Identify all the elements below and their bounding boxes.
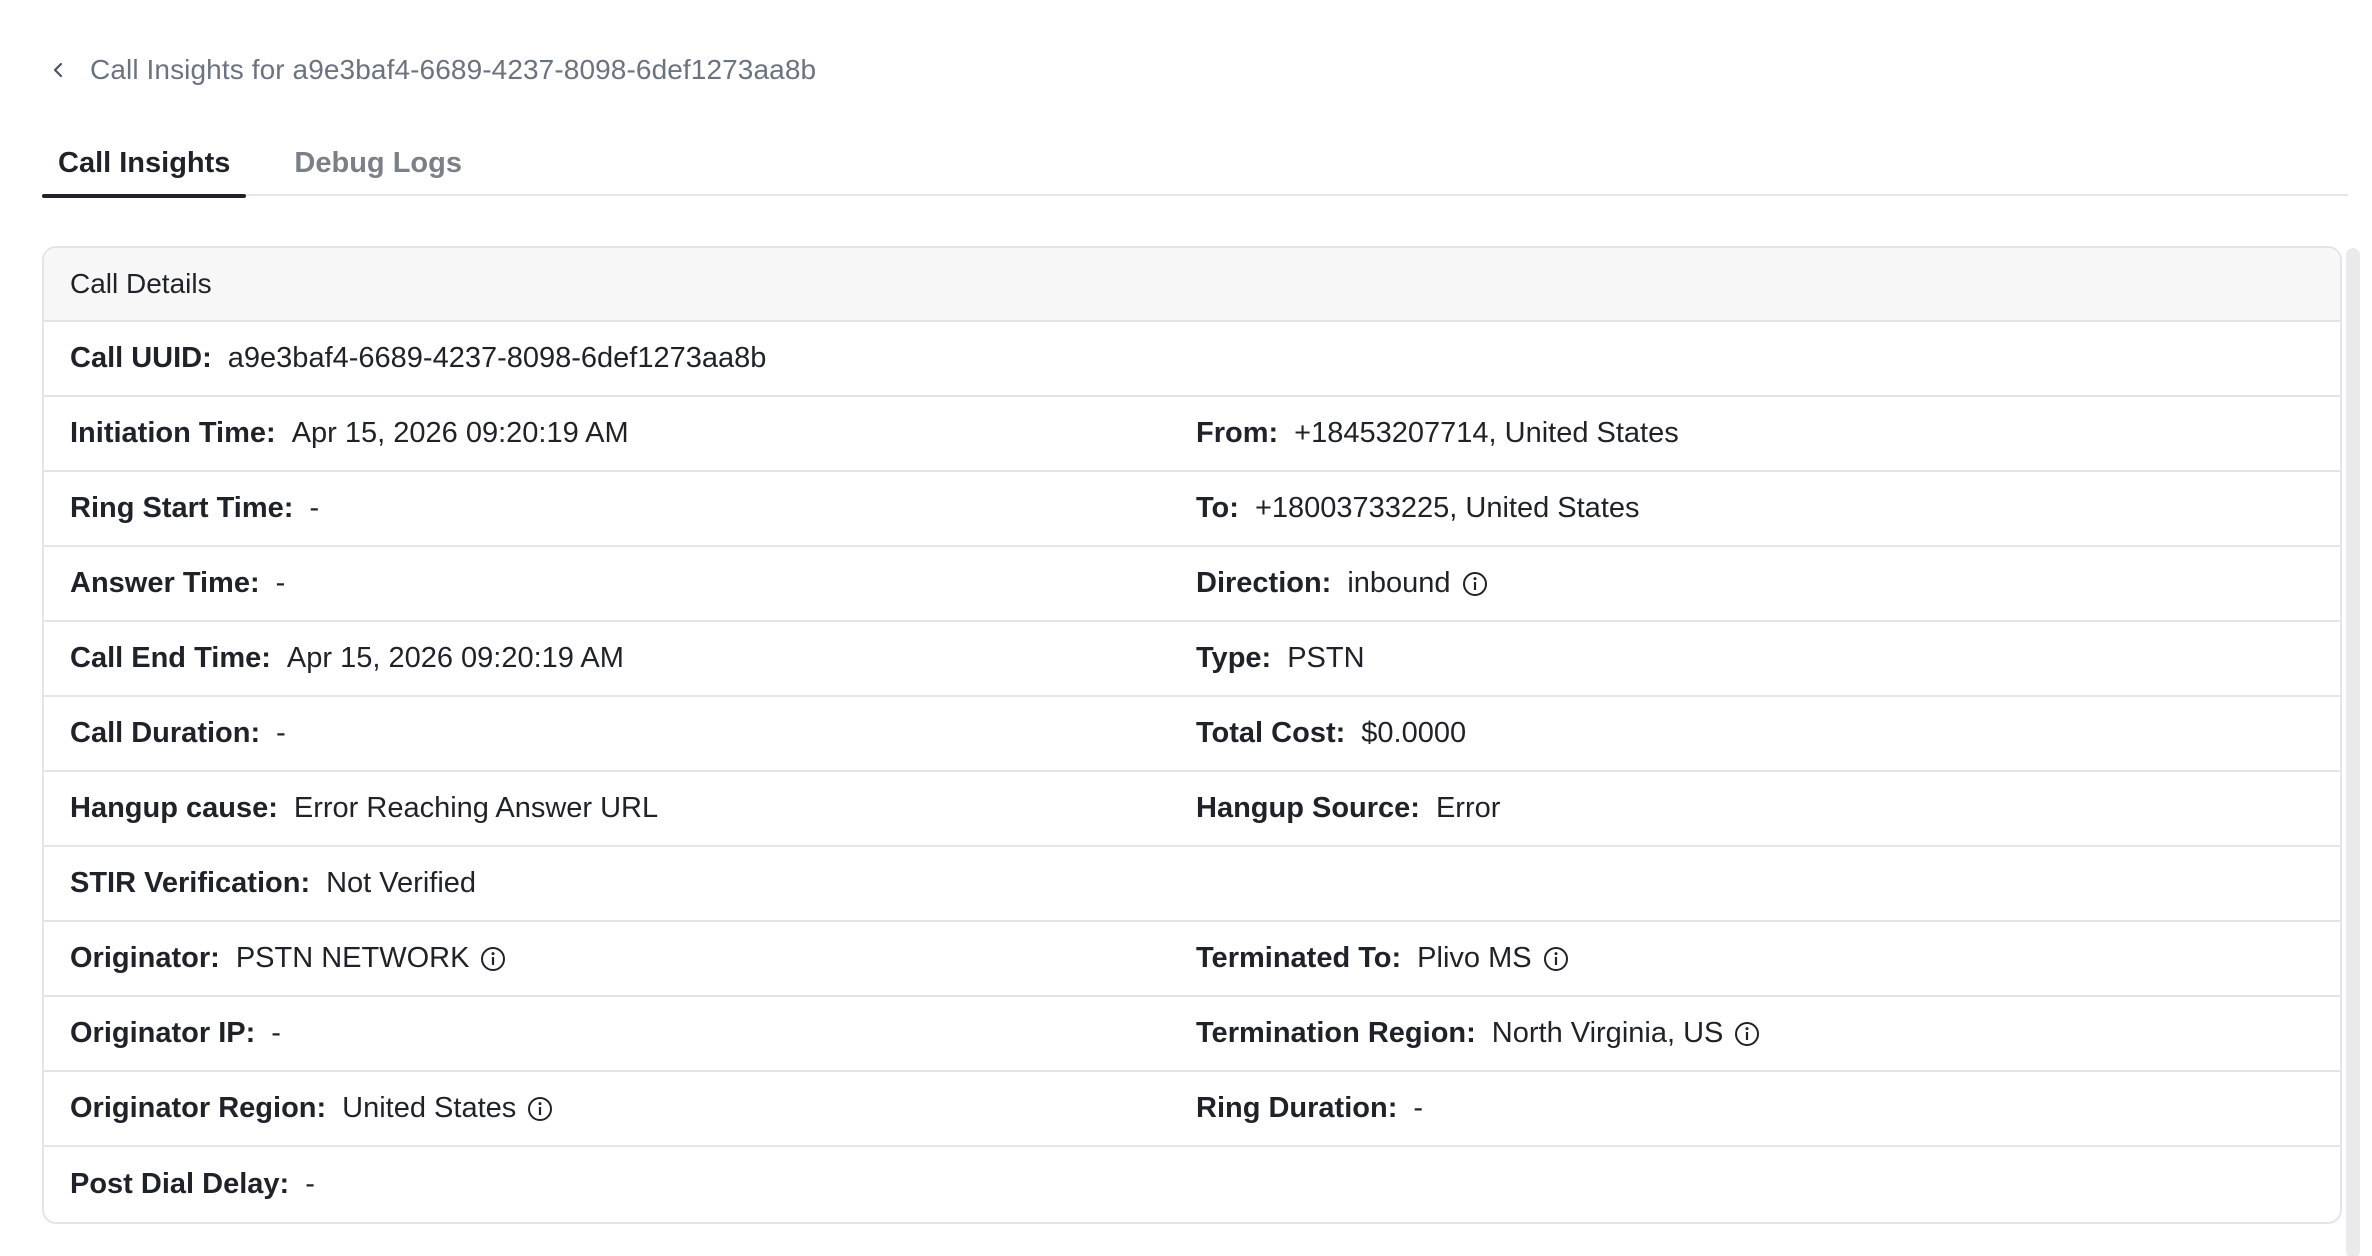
breadcrumb: Call Insights for a9e3baf4-6689-4237-809…: [42, 48, 816, 92]
field-label: Originator IP:: [70, 1017, 256, 1049]
detail-row: STIR Verification: Not Verified: [44, 847, 2340, 922]
field-label: Ring Start Time:: [70, 492, 294, 524]
tab-call-insights[interactable]: Call Insights: [42, 130, 247, 198]
field-value: United States: [342, 1092, 517, 1124]
field-value: a9e3baf4-6689-4237-8098-6def1273aa8b: [227, 342, 767, 374]
field-value: inbound: [1347, 567, 1451, 599]
field-label: Direction:: [1196, 567, 1332, 599]
card-title: Call Details: [44, 248, 2340, 322]
termination-region-field: Termination Region: North Virginia, US: [1196, 1017, 2340, 1050]
field-label: Answer Time:: [70, 567, 260, 599]
ring-start-time-field: Ring Start Time: -: [44, 492, 1196, 525]
info-circle-icon[interactable]: [1733, 1020, 1761, 1048]
originator-field: Originator: PSTN NETWORK: [44, 942, 1196, 975]
field-label: From:: [1196, 417, 1279, 449]
info-circle-icon[interactable]: [1542, 945, 1570, 973]
field-value: North Virginia, US: [1491, 1017, 1724, 1049]
from-field: From: +18453207714, United States: [1196, 417, 2340, 450]
field-label: STIR Verification:: [70, 867, 311, 899]
info-circle-icon[interactable]: [479, 945, 507, 973]
ring-duration-field: Ring Duration: -: [1196, 1092, 2340, 1125]
call-end-time-field: Call End Time: Apr 15, 2026 09:20:19 AM: [44, 642, 1196, 675]
field-label: Terminated To:: [1196, 942, 1402, 974]
back-button[interactable]: [42, 54, 74, 86]
tab-bar: Call Insights Debug Logs: [42, 130, 2348, 198]
field-label: Hangup cause:: [70, 792, 278, 824]
field-label: Total Cost:: [1196, 717, 1346, 749]
field-value: +18003733225, United States: [1254, 492, 1640, 524]
call-duration-field: Call Duration: -: [44, 717, 1196, 750]
field-value: -: [271, 1017, 281, 1049]
field-value: Apr 15, 2026 09:20:19 AM: [286, 642, 624, 674]
field-value: PSTN: [1287, 642, 1365, 674]
field-label: Initiation Time:: [70, 417, 276, 449]
field-value: $0.0000: [1361, 717, 1467, 749]
field-label: Call End Time:: [70, 642, 271, 674]
detail-row: Originator IP: - Termination Region: Nor…: [44, 997, 2340, 1072]
stir-verification-field: STIR Verification: Not Verified: [44, 867, 1196, 900]
detail-row: Call End Time: Apr 15, 2026 09:20:19 AM …: [44, 622, 2340, 697]
info-circle-icon[interactable]: [526, 1095, 554, 1123]
originator-region-field: Originator Region: United States: [44, 1092, 1196, 1125]
field-value: -: [276, 717, 286, 749]
field-value: -: [305, 1168, 315, 1200]
call-insights-page: Call Insights for a9e3baf4-6689-4237-809…: [0, 0, 2372, 1256]
detail-row: Call Duration: - Total Cost: $0.0000: [44, 697, 2340, 772]
field-value: -: [309, 492, 320, 524]
hangup-source-field: Hangup Source: Error: [1196, 792, 2340, 825]
field-value: Plivo MS: [1417, 942, 1532, 974]
total-cost-field: Total Cost: $0.0000: [1196, 717, 2340, 750]
field-label: Originator:: [70, 942, 220, 974]
field-value: Not Verified: [326, 867, 477, 899]
direction-field: Direction: inbound: [1196, 567, 2340, 600]
tab-debug-logs[interactable]: Debug Logs: [278, 130, 478, 196]
field-label: Originator Region:: [70, 1092, 327, 1124]
field-value: -: [275, 567, 286, 599]
detail-row: Call UUID: a9e3baf4-6689-4237-8098-6def1…: [44, 322, 2340, 397]
detail-row: Answer Time: - Direction: inbound: [44, 547, 2340, 622]
detail-row: Hangup cause: Error Reaching Answer URL …: [44, 772, 2340, 847]
field-value: Error: [1435, 792, 1501, 824]
field-label: To:: [1196, 492, 1239, 524]
field-label: Termination Region:: [1196, 1017, 1476, 1049]
field-label: Ring Duration:: [1196, 1092, 1398, 1124]
call-details-card: Call Details Call UUID: a9e3baf4-6689-42…: [42, 246, 2342, 1224]
field-value: Apr 15, 2026 09:20:19 AM: [291, 417, 629, 449]
initiation-time-field: Initiation Time: Apr 15, 2026 09:20:19 A…: [44, 417, 1196, 450]
detail-row: Post Dial Delay: -: [44, 1147, 2340, 1222]
field-label: Type:: [1196, 642, 1272, 674]
field-label: Hangup Source:: [1196, 792, 1420, 824]
originator-ip-field: Originator IP: -: [44, 1017, 1196, 1050]
detail-row: Ring Start Time: - To: +18003733225, Uni…: [44, 472, 2340, 547]
page-title: Call Insights for a9e3baf4-6689-4237-809…: [90, 54, 817, 85]
to-field: To: +18003733225, United States: [1196, 492, 2340, 525]
field-value: PSTN NETWORK: [235, 942, 470, 974]
field-label: Post Dial Delay:: [70, 1168, 290, 1200]
call-uuid-field: Call UUID: a9e3baf4-6689-4237-8098-6def1…: [44, 342, 1196, 375]
field-label: Call Duration:: [70, 717, 261, 749]
field-value: -: [1413, 1092, 1424, 1124]
field-value: +18453207714, United States: [1294, 417, 1679, 449]
chevron-left-icon: [53, 62, 63, 78]
vertical-scrollbar[interactable]: [2346, 248, 2360, 1256]
detail-row: Originator Region: United States Ring Du…: [44, 1072, 2340, 1147]
info-circle-icon[interactable]: [1461, 570, 1489, 598]
detail-row: Originator: PSTN NETWORK Terminated To: …: [44, 922, 2340, 997]
field-label: Call UUID:: [70, 342, 212, 374]
hangup-cause-field: Hangup cause: Error Reaching Answer URL: [44, 792, 1196, 825]
terminated-to-field: Terminated To: Plivo MS: [1196, 942, 2340, 975]
field-value: Error Reaching Answer URL: [293, 792, 659, 824]
post-dial-delay-field: Post Dial Delay: -: [44, 1168, 1196, 1201]
detail-row: Initiation Time: Apr 15, 2026 09:20:19 A…: [44, 397, 2340, 472]
answer-time-field: Answer Time: -: [44, 567, 1196, 600]
type-field: Type: PSTN: [1196, 642, 2340, 675]
